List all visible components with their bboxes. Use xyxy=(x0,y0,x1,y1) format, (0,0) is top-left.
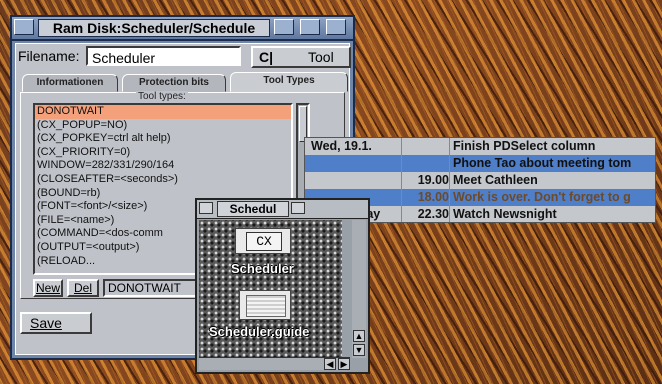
column-divider xyxy=(401,138,402,222)
table-row[interactable]: Wed, 19.1. Finish PDSelect column xyxy=(305,138,655,155)
new-button[interactable]: New xyxy=(33,279,63,297)
depth-gadget-icon[interactable] xyxy=(326,19,346,35)
zoom-gadget-icon[interactable] xyxy=(274,19,294,35)
close-gadget-icon[interactable] xyxy=(14,19,34,35)
del-button-label: Del xyxy=(73,281,92,295)
list-item[interactable]: (CLOSEAFTER=<seconds>) xyxy=(35,173,291,187)
guide-document-icon[interactable] xyxy=(239,290,291,320)
event-cell: Finish PDSelect column xyxy=(453,139,596,153)
save-button[interactable]: Save xyxy=(20,312,92,334)
window-title: Ram Disk:Scheduler/Schedule xyxy=(38,19,270,37)
time-cell: 18.00 xyxy=(417,190,449,204)
time-cell: 22.30 xyxy=(417,207,449,221)
horizontal-scrollbar[interactable]: ◀ ▶ xyxy=(199,357,350,370)
tool-types-legend: Tool types: xyxy=(136,91,188,102)
save-button-label: Save xyxy=(30,315,62,331)
scroll-down-arrow-icon[interactable]: ▼ xyxy=(353,344,365,356)
filename-input[interactable]: Scheduler xyxy=(86,46,241,66)
list-item[interactable]: (CX_POPUP=NO) xyxy=(35,119,291,133)
column-divider xyxy=(449,138,450,222)
list-item[interactable]: (CX_POPKEY=ctrl alt help) xyxy=(35,132,291,146)
table-row[interactable]: Phone Tao about meeting tom xyxy=(305,155,655,172)
scroll-left-arrow-icon[interactable]: ◀ xyxy=(324,358,336,370)
drawer-title-bar[interactable]: Schedul xyxy=(197,200,368,219)
scroll-up-arrow-icon[interactable]: ▲ xyxy=(353,330,365,342)
day-cell: Wed, 19.1. xyxy=(311,139,372,153)
del-button[interactable]: Del xyxy=(67,279,99,297)
list-item[interactable]: WINDOW=282/331/290/164 xyxy=(35,159,291,173)
event-cell: Work is over. Don't forget to g xyxy=(453,190,631,204)
tool-type-edit-field[interactable]: DONOTWAIT xyxy=(103,279,203,297)
list-item[interactable]: (CX_PRIORITY=0) xyxy=(35,146,291,160)
commodity-icon[interactable]: CX xyxy=(235,228,291,254)
event-cell: Phone Tao about meeting tom xyxy=(453,156,632,170)
icon-label-scheduler-guide[interactable]: Scheduler.guide xyxy=(209,324,309,339)
list-item[interactable]: DONOTWAIT xyxy=(35,105,291,119)
tab-protection-bits[interactable]: Protection bits xyxy=(122,74,226,92)
drawer-contents: CX Scheduler Scheduler.guide xyxy=(199,220,342,360)
scroll-right-arrow-icon[interactable]: ▶ xyxy=(338,358,350,370)
tab-tool-types[interactable]: Tool Types xyxy=(230,72,348,92)
drawer-title: Schedul xyxy=(217,201,289,217)
vertical-scrollbar[interactable]: ▲ ▼ xyxy=(352,220,366,358)
table-row[interactable]: 19.00 Meet Cathleen xyxy=(305,172,655,189)
new-button-label: New xyxy=(35,281,60,295)
drawer-window: Schedul CX Scheduler Scheduler.guide ▲ ▼… xyxy=(195,198,370,374)
title-bar[interactable]: Ram Disk:Scheduler/Schedule xyxy=(12,17,353,41)
document-lines-icon xyxy=(246,295,286,317)
time-cell: 19.00 xyxy=(417,173,449,187)
tab-informationen[interactable]: Informationen xyxy=(22,74,118,92)
tool-button[interactable]: C| Tool xyxy=(251,46,351,68)
zoom-gadget-icon[interactable] xyxy=(291,202,305,214)
filename-label: Filename: xyxy=(18,48,80,64)
icon-label-scheduler[interactable]: Scheduler xyxy=(231,261,294,276)
iconify-gadget-icon[interactable] xyxy=(300,19,320,35)
event-cell: Meet Cathleen xyxy=(453,173,538,187)
close-gadget-icon[interactable] xyxy=(199,202,213,214)
event-cell: Watch Newsnight xyxy=(453,207,557,221)
cx-glyph: CX xyxy=(246,232,282,251)
tool-button-label: Tool xyxy=(308,49,334,65)
cycle-icon: C| xyxy=(259,49,274,65)
